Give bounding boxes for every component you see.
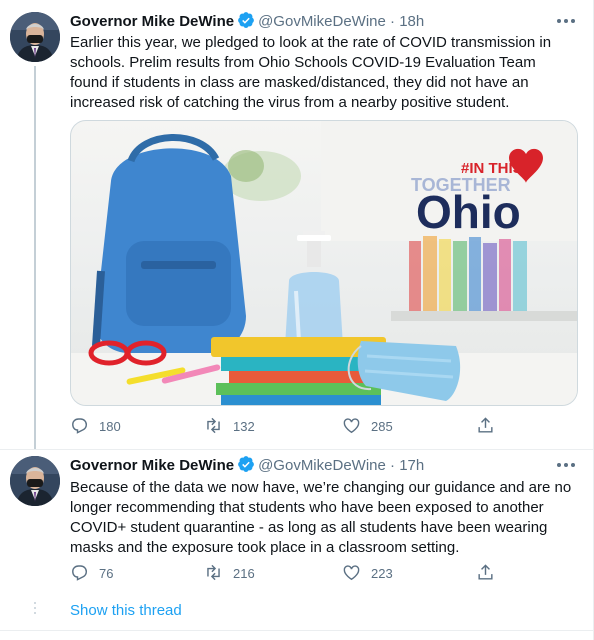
author-name[interactable]: Governor Mike DeWine [70,457,234,474]
avatar[interactable] [10,12,60,62]
author-handle[interactable]: @GovMikeDeWine [258,13,386,30]
reply-icon [72,565,88,581]
separator-dot: · [390,457,396,474]
like-count: 223 [371,566,393,581]
reply-button[interactable]: 76 [70,563,113,583]
tweet-header: Governor Mike DeWine @GovMikeDeWine · 18h [70,11,424,31]
more-options-icon[interactable] [555,460,577,478]
like-icon [343,418,360,434]
avatar-image [10,12,60,62]
like-button[interactable]: 223 [342,563,393,583]
share-button[interactable] [476,416,505,436]
logo-ohio: Ohio [416,186,521,238]
tweet-header: Governor Mike DeWine @GovMikeDeWine · 17h [70,455,424,475]
verified-badge-icon [237,11,255,35]
retweet-icon [207,564,220,581]
reply-count: 76 [99,566,114,581]
tweet-text: Earlier this year, we pledged to look at… [70,34,552,111]
retweet-count: 216 [233,566,255,581]
like-icon [343,565,360,581]
reply-count: 180 [99,419,121,434]
reply-button[interactable]: 180 [70,416,121,436]
tweet-2[interactable]: Governor Mike DeWine @GovMikeDeWine · 17h… [0,450,593,600]
tweet-text: Because of the data we now have, we’re c… [70,479,572,556]
retweet-button[interactable]: 216 [204,563,255,583]
share-icon [478,564,493,580]
tweet-1[interactable]: Governor Mike DeWine @GovMikeDeWine · 18h… [0,0,593,450]
reply-icon [72,418,88,434]
media-illustration: #IN THIS TOGETHER Ohio [71,121,577,405]
action-bar: 180 132 285 [70,416,550,436]
like-button[interactable]: 285 [342,416,393,436]
avatar[interactable] [10,456,60,506]
share-icon [478,417,493,433]
timestamp[interactable]: 17h [399,457,424,474]
bottom-divider [0,630,593,631]
thread-dots [33,602,37,617]
retweet-icon [207,417,220,434]
retweet-count: 132 [233,419,255,434]
author-name[interactable]: Governor Mike DeWine [70,13,234,30]
thread-connector [34,66,36,450]
retweet-button[interactable]: 132 [204,416,255,436]
show-thread-link[interactable]: Show this thread [70,602,182,619]
like-count: 285 [371,419,393,434]
timestamp[interactable]: 18h [399,13,424,30]
separator-dot: · [390,13,396,30]
action-bar: 76 216 223 [70,563,550,583]
author-handle[interactable]: @GovMikeDeWine [258,457,386,474]
more-options-icon[interactable] [555,16,577,34]
share-button[interactable] [476,563,505,583]
verified-badge-icon [237,455,255,479]
avatar-image [10,456,60,506]
tweet-media-image[interactable]: #IN THIS TOGETHER Ohio [70,120,578,406]
